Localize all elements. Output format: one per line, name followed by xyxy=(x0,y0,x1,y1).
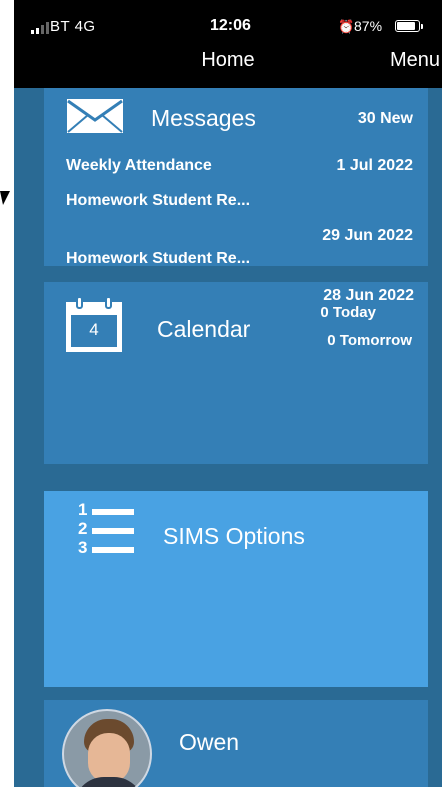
messages-tile[interactable]: Messages 30 New Weekly Attendance 1 Jul … xyxy=(44,88,428,266)
message-subject: Homework Student Re... xyxy=(66,192,251,209)
sims-options-tile[interactable]: 1 2 3 SIMS Options xyxy=(44,491,428,687)
messages-new-count: 30 New xyxy=(357,110,413,127)
calendar-date: 28 Jun 2022 xyxy=(323,287,414,304)
calendar-tile[interactable]: 4 Calendar 28 Jun 2022 0 Today 0 Tomorro… xyxy=(44,282,428,464)
battery-percentage: 87% xyxy=(354,18,383,34)
message-date: 1 Jul 2022 xyxy=(336,157,414,174)
battery-icon xyxy=(395,20,420,32)
student-tile[interactable]: Owen xyxy=(44,700,428,787)
calendar-icon-day: 4 xyxy=(89,320,99,339)
messages-title: Messages xyxy=(151,105,256,131)
top-bar: BT 4G 12:06 ⏰ 87% Home Menu xyxy=(14,0,442,88)
home-dashboard: Messages 30 New Weekly Attendance 1 Jul … xyxy=(14,88,442,787)
message-date: 29 Jun 2022 xyxy=(322,227,413,244)
student-name: Owen xyxy=(179,729,240,755)
page-title: Home xyxy=(201,49,255,71)
message-subject: Weekly Attendance xyxy=(66,157,212,174)
envelope-icon xyxy=(67,99,123,133)
calendar-tomorrow-count: 0 Tomorrow xyxy=(327,332,412,349)
calendar-icon: 4 xyxy=(66,296,122,352)
student-avatar xyxy=(62,709,152,787)
arrow-fragment-icon xyxy=(0,191,10,205)
carrier-label: BT 4G xyxy=(50,18,96,35)
status-bar: BT 4G 12:06 ⏰ 87% xyxy=(14,0,442,46)
calendar-today-count: 0 Today xyxy=(320,304,376,321)
sims-options-title: SIMS Options xyxy=(163,523,305,549)
numbered-list-icon: 1 2 3 xyxy=(78,501,138,559)
menu-button[interactable]: Menu xyxy=(390,49,440,72)
message-subject: Homework Student Re... xyxy=(66,252,251,266)
signal-icon xyxy=(31,22,49,34)
alarm-icon: ⏰ xyxy=(338,19,355,34)
status-time: 12:06 xyxy=(210,17,251,34)
calendar-title: Calendar xyxy=(157,316,251,342)
